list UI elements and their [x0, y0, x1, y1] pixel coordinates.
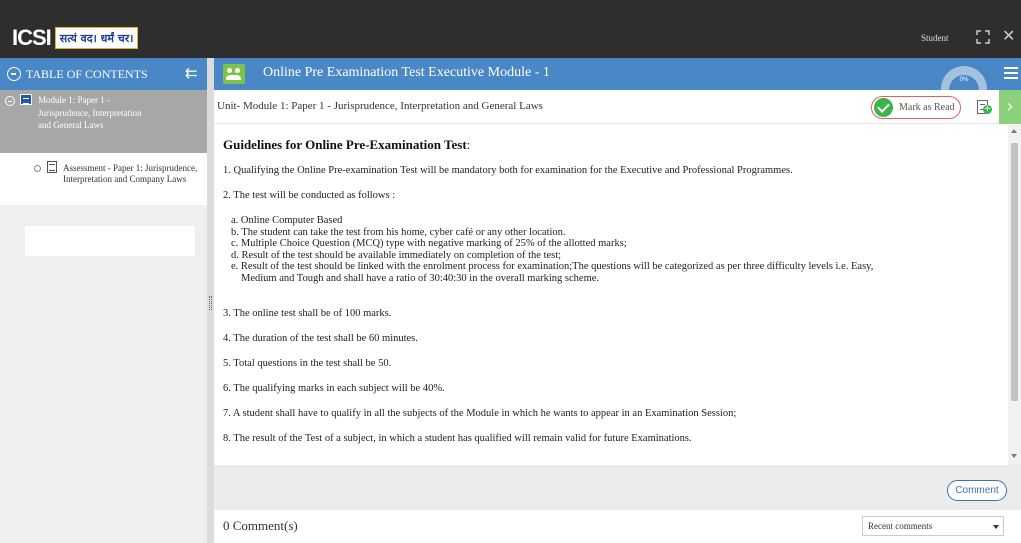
toc-header: TABLE OF CONTENTS ⇇ [0, 58, 207, 90]
chevron-down-icon [993, 525, 999, 529]
mark-as-read-button[interactable]: Mark as Read [871, 96, 961, 119]
tree-collapse-icon[interactable] [5, 96, 15, 106]
sublist-item-b: b. The student can take the test from hi… [231, 226, 566, 238]
sublist-item-e-continued: Medium and Tough and shall have a ratio … [241, 272, 600, 284]
module-label: Module 1: Paper 1 - Jurisprudence, Inter… [38, 95, 142, 130]
comment-button[interactable]: Comment [947, 480, 1007, 501]
module-icon [20, 94, 32, 105]
sublist-item-a: a. Online Computer Based [231, 215, 343, 226]
content-scrollbar[interactable] [1008, 125, 1021, 465]
guideline-6: 6. The qualifying marks in each subject … [223, 383, 445, 394]
icsi-logo: ICSI सत्यं वद। धर्मं चर। [12, 25, 139, 50]
check-icon [874, 98, 893, 117]
next-button[interactable]: › [999, 90, 1021, 124]
guideline-4: 4. The duration of the test shall be 60 … [223, 333, 418, 344]
close-icon[interactable]: ✕ [1002, 26, 1015, 45]
guidelines-heading-colon: : [466, 137, 471, 152]
fullscreen-icon[interactable] [975, 29, 991, 45]
drag-handle-icon[interactable] [209, 296, 212, 310]
assessment-label: Assessment - Paper 1: Jurisprudence, Int… [63, 163, 198, 184]
guideline-7: 7. A student shall have to qualify in al… [223, 408, 737, 419]
pane-splitter[interactable] [207, 58, 214, 543]
user-label[interactable]: Student [921, 33, 949, 43]
sidebar-blank-panel [25, 226, 195, 256]
guidelines-heading: Guidelines for Online Pre-Examination Te… [223, 137, 470, 153]
unit-header: Unit- Module 1: Paper 1 - Jurisprudence,… [214, 90, 1021, 124]
guideline-3: 3. The online test shall be of 100 marks… [223, 308, 392, 319]
sidebar-collapse-icon[interactable]: ⇇ [185, 64, 198, 82]
comment-count: 0 Comment(s) [223, 518, 298, 533]
hamburger-menu-icon[interactable] [1004, 67, 1018, 79]
course-title: Online Pre Examination Test Executive Mo… [263, 65, 550, 80]
status-dot-icon [34, 165, 41, 172]
progress-label: 0% [959, 77, 969, 83]
sidebar-item-module-1[interactable]: Module 1: Paper 1 - Jurisprudence, Inter… [0, 90, 207, 153]
scroll-thumb[interactable] [1011, 143, 1018, 401]
comment-sort-select[interactable]: Recent comments [862, 516, 1004, 536]
chevron-right-icon: › [1006, 96, 1014, 117]
collapse-all-icon[interactable] [7, 67, 21, 81]
sidebar: TABLE OF CONTENTS ⇇ Module 1: Paper 1 - … [0, 58, 207, 543]
guideline-5: 5. Total questions in the test shall be … [223, 358, 392, 369]
top-bar: ICSI सत्यं वद। धर्मं चर। Student ✕ [0, 0, 1021, 58]
logo-mark: ICSI [12, 25, 52, 50]
logo-motto: सत्यं वद। धर्मं चर। [54, 27, 139, 49]
course-header: Online Pre Examination Test Executive Mo… [214, 58, 1021, 90]
guideline-8: 8. The result of the Test of a subject, … [223, 433, 692, 444]
content-area: Guidelines for Online Pre-Examination Te… [214, 125, 1008, 465]
comment-bar: Comment [214, 465, 1021, 510]
guideline-1: 1. Qualifying the Online Pre-examination… [223, 165, 793, 176]
add-note-icon[interactable] [977, 100, 992, 114]
sublist-item-e: e. Result of the test should be linked w… [231, 261, 874, 273]
guidelines-heading-text: Guidelines for Online Pre-Examination Te… [223, 137, 467, 152]
unit-title: Unit- Module 1: Paper 1 - Jurisprudence,… [217, 100, 543, 112]
scroll-up-icon[interactable] [1011, 129, 1017, 133]
mark-as-read-label: Mark as Read [899, 102, 955, 113]
progress-gauge: 0% [941, 66, 987, 90]
document-icon [47, 161, 57, 173]
toc-title: TABLE OF CONTENTS [26, 67, 148, 81]
comment-sort-value: Recent comments [868, 521, 933, 531]
guideline-2-sublist: a. Online Computer Based b. The student … [231, 215, 873, 285]
sublist-item-c: c. Multiple Choice Question (MCQ) type w… [231, 238, 627, 250]
guideline-2: 2. The test will be conducted as follows… [223, 190, 396, 201]
course-group-icon [223, 64, 245, 84]
sublist-item-d: d. Result of the test should be availabl… [231, 249, 562, 261]
scroll-down-icon[interactable] [1011, 454, 1017, 458]
comments-area: 0 Comment(s) Recent comments [214, 510, 1021, 543]
sidebar-item-assessment[interactable]: Assessment - Paper 1: Jurisprudence, Int… [0, 153, 207, 205]
